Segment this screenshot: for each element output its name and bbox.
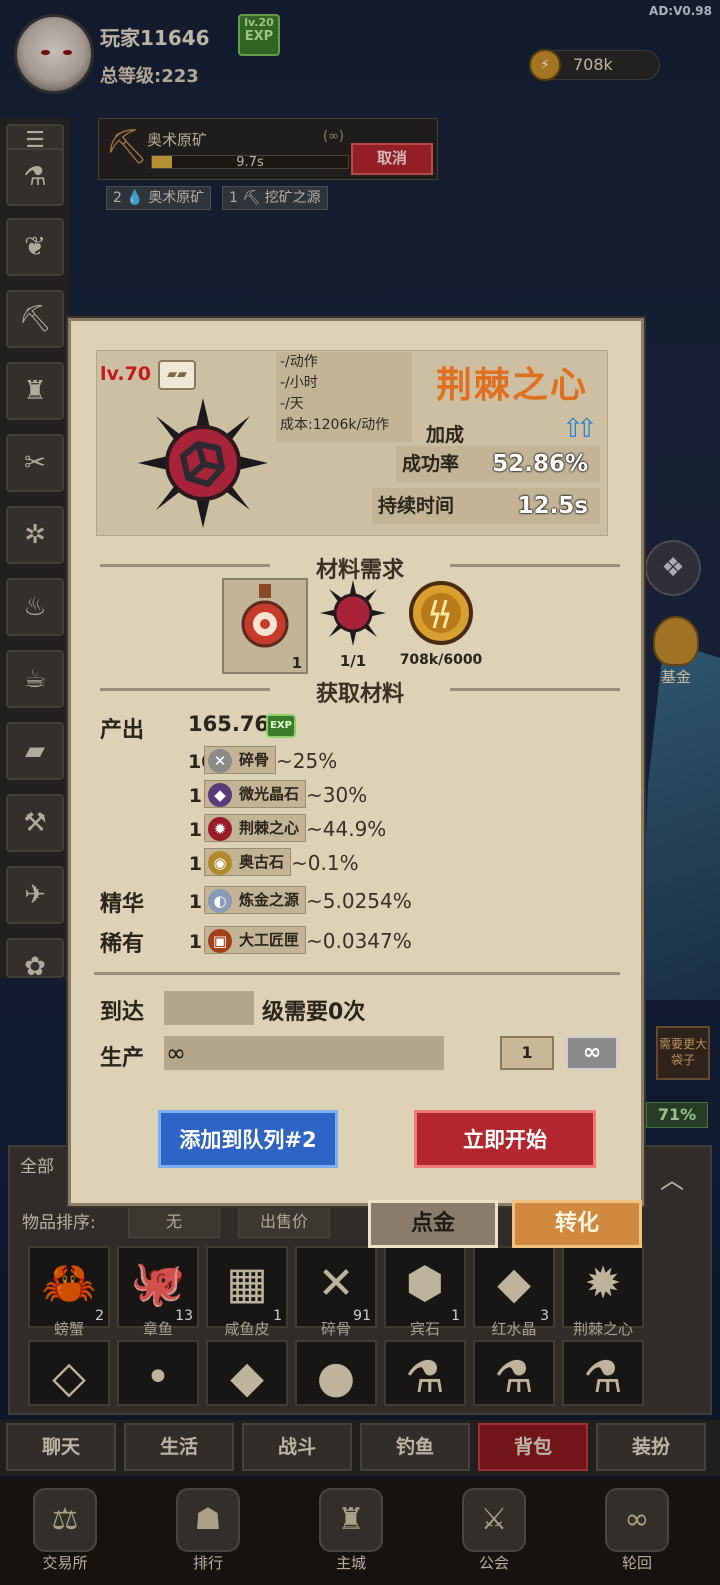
material-slot[interactable]: 708k/6000 [396, 578, 486, 674]
drop-item-chip[interactable]: ✹ 荆棘之心 [204, 814, 307, 842]
drop-row: 1 ◉ 奥古石 ~0.1% [188, 848, 359, 878]
drop-row: 1 ✹ 荆棘之心 ~44.9% [188, 814, 386, 844]
essence-label: 精华 [100, 892, 145, 917]
reach-label: 到达 [100, 1000, 145, 1025]
rare-label: 稀有 [100, 932, 145, 957]
drop-qty: 1 [188, 891, 202, 913]
produce-label: 生产 [100, 1046, 145, 1071]
duration-value: 12.5s [517, 493, 588, 519]
target-level-input[interactable] [164, 991, 254, 1025]
drop-qty: 1 [188, 785, 202, 807]
reach-suffix: 级需要0次 [262, 1000, 366, 1025]
recipe-level: lv.70 [100, 363, 152, 385]
tab-alchemy-gold[interactable]: 点金 [368, 1200, 498, 1248]
output-value: 165.76 [188, 712, 270, 736]
material-count: 708k/6000 [399, 652, 483, 668]
stat-line: -/小时 [280, 375, 318, 391]
drop-chance: ~30% [306, 783, 368, 807]
drop-item-name: 奥古石 [239, 853, 285, 871]
potion-icon [241, 584, 289, 648]
drop-item-icon: ◐ [208, 889, 232, 913]
obtain-header: 获取材料 [100, 676, 620, 707]
drop-row: 1 ◆ 微光晶石 ~30% [188, 780, 367, 810]
drop-item-name: 荆棘之心 [239, 819, 300, 837]
recipe-title: 荆棘之心 [436, 365, 589, 406]
stat-line: 成本:1206k/动作 [280, 417, 390, 433]
drop-item-chip[interactable]: ▣ 大工匠匣 [204, 926, 307, 954]
start-now-button[interactable]: 立即开始 [414, 1110, 596, 1168]
material-slot[interactable]: 1 [222, 578, 308, 674]
ingot-icon: ▰▰ [158, 360, 196, 390]
add-to-queue-button[interactable]: 添加到队列#2 [158, 1110, 338, 1168]
material-count: 1 [291, 654, 302, 672]
duration-label: 持续时间 [378, 495, 455, 517]
drop-chance: ~0.0347% [306, 929, 412, 953]
thorn-heart-icon [138, 398, 268, 528]
drop-row: 10 ✕ 碎骨 ~25% [188, 746, 337, 776]
divider [94, 972, 620, 975]
drop-item-chip[interactable]: ✕ 碎骨 [204, 746, 277, 774]
drop-item-icon: ▣ [208, 929, 232, 953]
success-rate-row: 成功率 52.86% [396, 446, 600, 482]
drop-qty: 1 [188, 931, 202, 953]
drop-qty: 1 [188, 853, 202, 875]
drop-item-chip[interactable]: ◐ 炼金之源 [204, 886, 307, 914]
coin-icon [409, 581, 473, 645]
drop-item-icon: ✹ [208, 817, 232, 841]
tab-convert[interactable]: 转化 [512, 1200, 642, 1248]
upgrade-arrows-icon[interactable]: ⇧⇧ [562, 414, 597, 444]
drop-item-icon: ✕ [208, 749, 232, 773]
drop-chance: ~25% [276, 749, 338, 773]
drop-row: 1 ▣ 大工匠匣 ~0.0347% [188, 926, 412, 956]
thorn-heart-icon [320, 580, 386, 646]
drop-chance: ~44.9% [306, 817, 387, 841]
drop-item-name: 微光晶石 [239, 785, 300, 803]
materials-header: 材料需求 [100, 552, 620, 583]
output-label: 产出 [100, 718, 145, 743]
duration-row: 持续时间 12.5s [372, 488, 600, 524]
drop-item-chip[interactable]: ◉ 奥古石 [204, 848, 292, 876]
drop-qty: 1 [188, 819, 202, 841]
drop-item-name: 碎骨 [239, 751, 270, 769]
material-slot[interactable]: 1/1 [310, 578, 396, 674]
material-count: 1/1 [339, 652, 367, 670]
drop-item-name: 炼金之源 [239, 891, 300, 909]
drop-chance: ~5.0254% [306, 889, 412, 913]
success-rate-value: 52.86% [492, 451, 588, 477]
quantity-one-button[interactable]: 1 [500, 1036, 554, 1070]
drop-item-name: 大工匠匣 [239, 931, 300, 949]
stat-line: -/天 [280, 396, 304, 412]
drop-row: 1 ◐ 炼金之源 ~5.0254% [188, 886, 412, 916]
drop-item-chip[interactable]: ◆ 微光晶石 [204, 780, 307, 808]
stat-line: -/动作 [280, 354, 318, 370]
quantity-infinite-button[interactable]: ∞ [566, 1036, 618, 1070]
produce-count-input[interactable]: ∞ [164, 1036, 444, 1070]
bonus-label: 加成 [426, 424, 465, 446]
exp-icon: EXP [266, 714, 296, 738]
drop-qty: 10 [188, 751, 215, 773]
drop-item-icon: ◆ [208, 783, 232, 807]
drop-chance: ~0.1% [291, 851, 359, 875]
success-rate-label: 成功率 [402, 453, 460, 475]
rate-stats: -/动作 -/小时 -/天 成本:1206k/动作 [276, 352, 412, 442]
drop-item-icon: ◉ [208, 851, 232, 875]
